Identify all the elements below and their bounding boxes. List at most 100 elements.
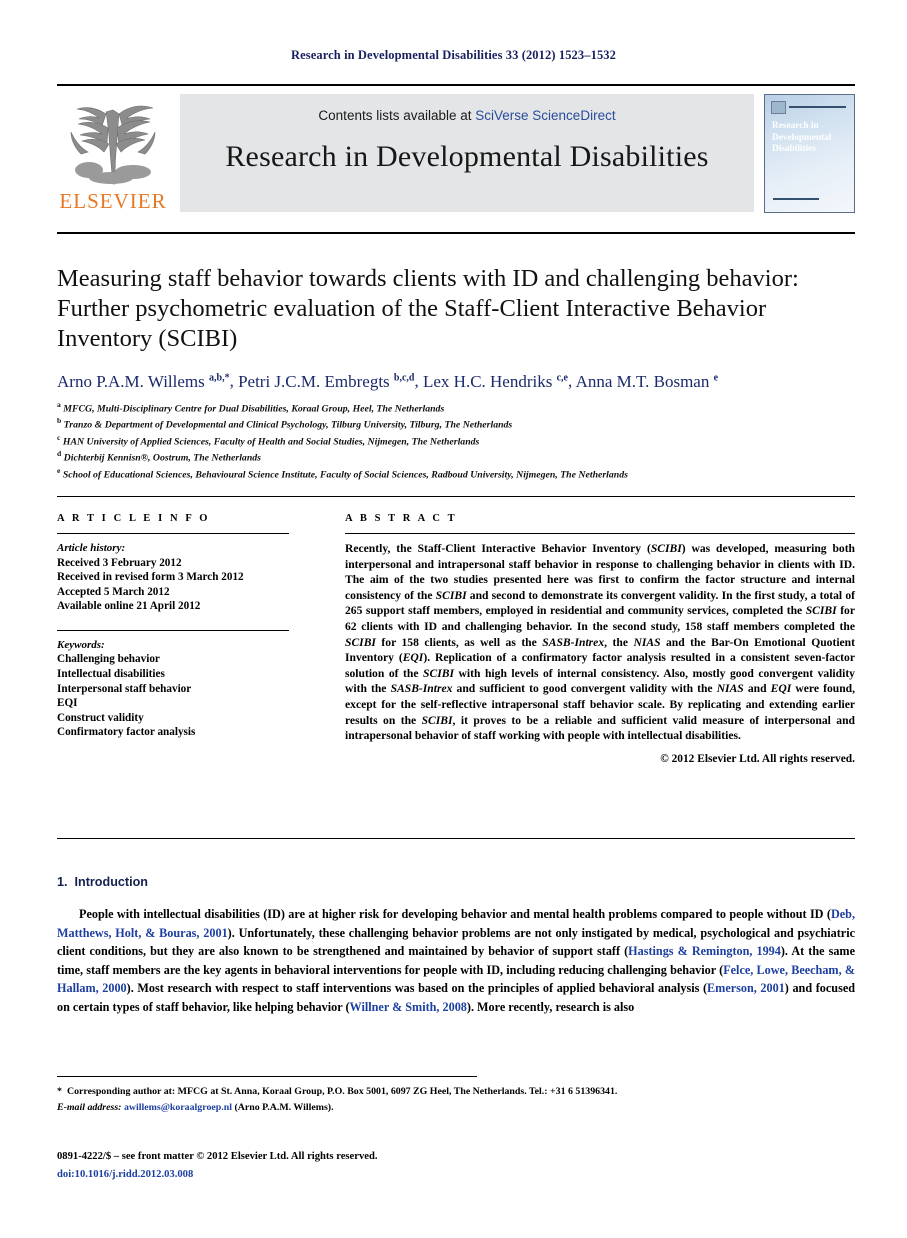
elsevier-wordmark: ELSEVIER <box>59 189 167 213</box>
affiliation-text: School of Educational Sciences, Behaviou… <box>60 469 628 481</box>
journal-cover-thumbnail[interactable]: Research in Developmental Disabilities <box>764 94 855 213</box>
abstract-acronym: NIAS <box>633 635 661 649</box>
keyword-item: Challenging behavior <box>57 653 160 666</box>
sciencedirect-link[interactable]: SciVerse ScienceDirect <box>475 108 615 123</box>
abstract-heading: A B S T R A C T <box>345 513 458 524</box>
abstract-text: Recently, the Staff-Client Interactive B… <box>345 542 856 743</box>
citation-link-emerson-2001[interactable]: Emerson, 2001 <box>707 981 785 995</box>
citation-link-hastings-1994[interactable]: Hastings & Remington, 1994 <box>628 944 781 958</box>
article-history-item: Received in revised form 3 March 2012 <box>57 571 244 584</box>
abstract-acronym: NIAS <box>716 682 744 696</box>
affiliation-text: Tranzo & Department of Developmental and… <box>61 419 513 431</box>
abstract-acronym: EQI <box>402 651 424 665</box>
section-number: 1. <box>57 875 68 889</box>
keyword-item: Interpersonal staff behavior <box>57 682 192 695</box>
cover-rule-bottom <box>773 198 819 200</box>
article-info-heading: A R T I C L E I N F O <box>57 513 211 524</box>
front-matter-line: 0891-4222/$ – see front matter © 2012 El… <box>57 1151 378 1162</box>
cover-title-text: Research in Developmental Disabilities <box>772 121 832 154</box>
intro-text-1: People with intellectual disabilities (I… <box>79 907 831 921</box>
doi-link[interactable]: doi:10.1016/j.ridd.2012.03.008 <box>57 1169 193 1180</box>
info-abstract-region: A R T I C L E I N F O Article history: R… <box>57 496 855 765</box>
section-title: Introduction <box>74 875 148 889</box>
article-info-divider <box>57 533 289 534</box>
body-section: 1. Introduction People with intellectual … <box>57 875 855 1017</box>
abstract-acronym: SASB-Intrex <box>390 682 453 696</box>
author-affiliation-marks: a,b,* <box>209 372 230 383</box>
elsevier-tree-icon <box>70 105 156 185</box>
author-name: Petri J.C.M. Embregts b,c,d <box>238 371 415 391</box>
article-history-item: Accepted 5 March 2012 <box>57 585 170 598</box>
page-footer: 0891-4222/$ – see front matter © 2012 El… <box>57 1150 377 1182</box>
abstract-acronym: SCIBI <box>805 604 837 618</box>
affiliation-text: Dichterbij Kennisn®, Oostrum, The Nether… <box>61 452 261 464</box>
footnote-marker: * <box>57 1086 62 1097</box>
abstract-acronym: SASB-Intrex <box>542 635 605 649</box>
abstract-column: A B S T R A C T Recently, the Staff-Clie… <box>313 513 855 765</box>
running-head: Research in Developmental Disabilities 3… <box>291 48 616 62</box>
article-page: Research in Developmental Disabilities 3… <box>0 0 907 1238</box>
author-separator: , <box>414 371 423 391</box>
abstract-acronym: EQI <box>770 682 792 696</box>
article-history-item: Received 3 February 2012 <box>57 556 182 569</box>
author-name: Lex H.C. Hendriks c,e <box>422 371 568 391</box>
author-affiliation-marks: b,c,d <box>393 372 415 383</box>
abstract-bottom-rule <box>57 838 855 839</box>
abstract-acronym: SCIBI <box>345 635 376 649</box>
footnotes-block: * Corresponding author at: MFCG at St. An… <box>57 1076 617 1117</box>
affiliation-item: d Dichterbij Kennisn®, Oostrum, The Neth… <box>57 448 855 465</box>
journal-banner: Contents lists available at SciVerse Sci… <box>180 94 754 212</box>
keyword-item: Construct validity <box>57 711 144 724</box>
keywords-block: Keywords: Challenging behavior Intellectu… <box>57 629 289 740</box>
affiliation-list: a MFCG, Multi-Disciplinary Centre for Du… <box>57 399 855 482</box>
citation-link-willner-2008[interactable]: Willner & Smith, 2008 <box>350 1000 467 1014</box>
abstract-divider <box>345 533 855 534</box>
title-block: Measuring staff behavior towards clients… <box>57 232 855 481</box>
journal-masthead: ELSEVIER Contents lists available at Sci… <box>57 84 855 222</box>
keyword-item: Confirmatory factor analysis <box>57 726 196 739</box>
author-name: Arno P.A.M. Willems a,b,* <box>57 371 230 391</box>
author-affiliation-marks: e <box>713 372 719 383</box>
author-separator: , <box>568 371 576 391</box>
email-footnote: E-mail address: awillems@koraalgroep.nl … <box>57 1101 477 1115</box>
introduction-paragraph: People with intellectual disabilities (I… <box>57 905 855 1017</box>
email-label: E-mail address: <box>57 1102 122 1113</box>
journal-title: Research in Developmental Disabilities <box>225 140 709 173</box>
keyword-item: EQI <box>57 697 78 710</box>
email-link[interactable]: awillems@koraalgroep.nl <box>124 1102 232 1113</box>
affiliation-item: c HAN University of Applied Sciences, Fa… <box>57 432 855 449</box>
affiliation-item: b Tranzo & Department of Developmental a… <box>57 415 855 432</box>
affiliation-item: a MFCG, Multi-Disciplinary Centre for Du… <box>57 399 855 416</box>
abstract-acronym: SCIBI <box>423 666 454 680</box>
cover-rule-top <box>789 106 846 108</box>
keywords-label: Keywords: <box>57 638 105 651</box>
article-history-list: Received 3 February 2012 Received in revi… <box>57 556 289 614</box>
email-owner: (Arno P.A.M. Willems). <box>234 1102 334 1113</box>
corresponding-author-footnote: * Corresponding author at: MFCG at St. An… <box>57 1085 617 1099</box>
abstract-acronym: SCIBI <box>435 588 467 602</box>
intro-text-6: ). More recently, research is also <box>466 999 635 1014</box>
contents-available-line: Contents lists available at SciVerse Sci… <box>180 108 754 123</box>
contents-prefix: Contents lists available at <box>318 108 476 123</box>
article-history-item: Available online 21 April 2012 <box>57 600 201 613</box>
affiliation-text: MFCG, Multi-Disciplinary Centre for Dual… <box>60 402 445 414</box>
keyword-item: Intellectual disabilities <box>57 667 165 680</box>
keywords-list: Challenging behavior Intellectual disabil… <box>57 652 289 740</box>
affiliation-text: HAN University of Applied Sciences, Facu… <box>60 436 480 448</box>
author-separator: , <box>229 371 239 391</box>
author-affiliation-marks: c,e <box>556 372 568 383</box>
elsevier-logo: ELSEVIER <box>57 86 169 212</box>
abstract-acronym: SCIBI <box>421 713 453 727</box>
author-list: Arno P.A.M. Willems a,b,*, Petri J.C.M. … <box>57 367 855 392</box>
intro-text-4: ). Most research with respect to staff i… <box>126 981 708 996</box>
corresponding-author-text: Corresponding author at: MFCG at St. Ann… <box>66 1086 618 1097</box>
article-title: Measuring staff behavior towards clients… <box>57 265 799 352</box>
author-name: Anna M.T. Bosman e <box>575 371 719 391</box>
affiliation-item: e School of Educational Sciences, Behavi… <box>57 465 855 482</box>
abstract-acronym: SCIBI <box>650 542 682 555</box>
abstract-copyright: © 2012 Elsevier Ltd. All rights reserved… <box>660 752 855 765</box>
article-history-label: Article history: <box>57 542 126 554</box>
article-info-column: A R T I C L E I N F O Article history: R… <box>57 513 313 765</box>
section-heading-introduction: 1. Introduction <box>57 875 855 889</box>
cover-emblem-icon <box>771 101 786 114</box>
